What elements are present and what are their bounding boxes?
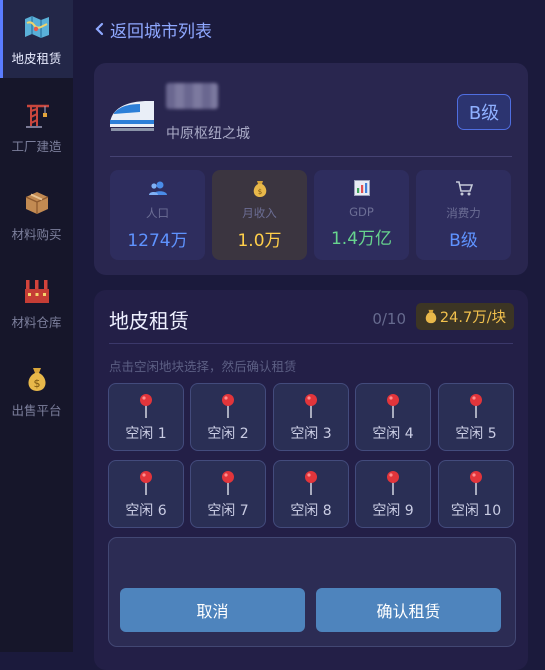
sidebar-item-label: 出售平台 [11, 402, 62, 418]
city-subtitle: 中原枢纽之城 [166, 126, 250, 142]
map-pin-icon [439, 393, 513, 419]
sidebar-item-label: 工厂建造 [11, 138, 62, 154]
divider [109, 343, 513, 344]
price-badge: 24.7万/块 [416, 303, 514, 330]
plot-tile[interactable]: 空闲 6 [108, 460, 184, 528]
sidebar-item-factory-build[interactable]: 工厂建造 [0, 88, 73, 166]
sidebar-item-warehouse[interactable]: 材料仓库 [0, 264, 73, 342]
money-bag-icon [425, 309, 437, 324]
plot-label: 空闲 2 [207, 426, 249, 442]
plot-tile[interactable]: 空闲 5 [438, 383, 514, 451]
plot-label: 空闲 5 [455, 426, 497, 442]
city-name-redacted [166, 83, 218, 109]
action-box: 取消 确认租赁 [108, 537, 516, 647]
sidebar-item-label: 材料购买 [11, 226, 62, 242]
plot-tile[interactable]: 空闲 3 [273, 383, 349, 451]
city-info-card: 中原枢纽之城 B级 人口 1274万 $ 月收入 1.0万 GDP 1.4万亿 … [94, 63, 528, 275]
plot-tile[interactable]: 空闲 10 [438, 460, 514, 528]
sidebar-item-label: 地皮租赁 [11, 50, 62, 66]
section-title: 地皮租赁 [109, 309, 189, 333]
box-icon [22, 188, 52, 218]
svg-text:$: $ [257, 188, 261, 196]
map-pin-icon [439, 470, 513, 496]
stat-label: GDP [349, 205, 374, 219]
sidebar-item-label: 材料仓库 [11, 314, 62, 330]
plot-label: 空闲 10 [450, 503, 502, 519]
plot-label: 空闲 6 [125, 503, 167, 519]
plot-tile[interactable]: 空闲 8 [273, 460, 349, 528]
plot-label: 空闲 3 [290, 426, 332, 442]
map-icon [22, 12, 52, 42]
sidebar-item-sales-platform[interactable]: $ 出售平台 [0, 352, 73, 430]
plot-tile[interactable]: 空闲 9 [355, 460, 431, 528]
map-pin-icon [191, 470, 265, 496]
crane-icon [22, 100, 52, 130]
plot-label: 空闲 9 [372, 503, 414, 519]
back-to-city-list-link[interactable]: 返回城市列表 [94, 14, 212, 44]
stat-value: B级 [449, 231, 478, 251]
svg-text:$: $ [33, 377, 40, 390]
land-lease-panel: 地皮租赁 0/10 24.7万/块 点击空闲地块选择，然后确认租赁 空闲 1 空闲… [94, 290, 528, 670]
plot-label: 空闲 4 [372, 426, 414, 442]
stat-gdp: GDP 1.4万亿 [314, 170, 409, 260]
cancel-button[interactable]: 取消 [120, 588, 305, 632]
plot-label: 空闲 8 [290, 503, 332, 519]
stat-value: 1.4万亿 [330, 229, 393, 249]
map-pin-icon [109, 393, 183, 419]
map-pin-icon [191, 393, 265, 419]
divider [110, 156, 512, 157]
city-grade-badge: B级 [457, 94, 511, 130]
stat-label: 月收入 [242, 206, 277, 220]
map-pin-icon [109, 470, 183, 496]
plot-tile[interactable]: 空闲 7 [190, 460, 266, 528]
train-icon [108, 95, 156, 139]
plot-label: 空闲 1 [125, 426, 167, 442]
stat-monthly-income: $ 月收入 1.0万 [212, 170, 307, 260]
stat-value: 1.0万 [237, 231, 282, 251]
plot-tile[interactable]: 空闲 2 [190, 383, 266, 451]
plot-tile[interactable]: 空闲 4 [355, 383, 431, 451]
confirm-lease-button[interactable]: 确认租赁 [316, 588, 501, 632]
chevron-left-icon [95, 22, 104, 36]
map-pin-icon [274, 393, 348, 419]
hint-text: 点击空闲地块选择，然后确认租赁 [109, 359, 297, 374]
sidebar: 地皮租赁 工厂建造 材料购买 材料仓库 $ 出售平台 [0, 0, 73, 652]
price-label: 24.7万/块 [439, 310, 507, 326]
money-bag-icon: $ [212, 180, 307, 198]
map-pin-icon [356, 393, 430, 419]
plot-tile[interactable]: 空闲 1 [108, 383, 184, 451]
bar-chart-icon [314, 180, 409, 198]
factory-icon [22, 276, 52, 306]
back-label: 返回城市列表 [110, 21, 212, 42]
map-pin-icon [274, 470, 348, 496]
stat-label: 消费力 [446, 206, 481, 220]
selected-count: 0/10 [372, 310, 406, 328]
people-icon [110, 180, 205, 198]
stat-label: 人口 [146, 206, 169, 220]
plot-label: 空闲 7 [207, 503, 249, 519]
money-bag-icon: $ [22, 364, 52, 394]
sidebar-item-materials-buy[interactable]: 材料购买 [0, 176, 73, 254]
map-pin-icon [356, 470, 430, 496]
stat-consumption-power: 消费力 B级 [416, 170, 511, 260]
stat-population: 人口 1274万 [110, 170, 205, 260]
cart-icon [416, 180, 511, 198]
stat-value: 1274万 [127, 231, 188, 251]
sidebar-item-land-lease[interactable]: 地皮租赁 [0, 0, 73, 78]
